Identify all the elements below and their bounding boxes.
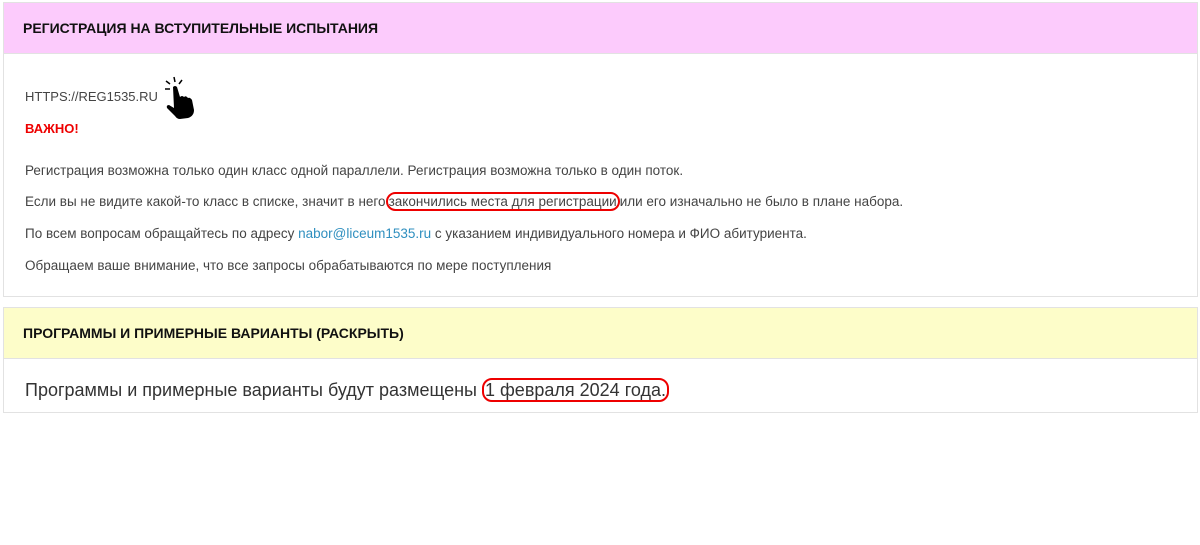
highlighted-date: 1 февраля 2024 года. xyxy=(481,378,669,402)
info-line-1: Регистрация возможна только один класс о… xyxy=(25,163,684,178)
registration-header[interactable]: РЕГИСТРАЦИЯ НА ВСТУПИТЕЛЬНЫЕ ИСПЫТАНИЯ xyxy=(4,3,1197,54)
info-line-2-end: или его изначально не было в плане набор… xyxy=(619,194,904,209)
programs-header[interactable]: ПРОГРАММЫ И ПРИМЕРНЫЕ ВАРИАНТЫ (РАСКРЫТЬ… xyxy=(4,308,1197,359)
info-line-2-start: Если вы не видите какой-то класс в списк… xyxy=(25,194,386,209)
registration-panel: РЕГИСТРАЦИЯ НА ВСТУПИТЕЛЬНЫЕ ИСПЫТАНИЯ H… xyxy=(3,2,1198,297)
pointing-hand-icon xyxy=(165,76,194,119)
info-line-3: По всем вопросам обращайтесь по адресу n… xyxy=(25,226,807,241)
programs-text: Программы и примерные варианты будут раз… xyxy=(25,378,669,402)
programs-panel: ПРОГРАММЫ И ПРИМЕРНЫЕ ВАРИАНТЫ (РАСКРЫТЬ… xyxy=(3,307,1198,413)
info-line-3-end: с указанием индивидуального номера и ФИО… xyxy=(431,226,807,241)
email-link[interactable]: nabor@liceum1535.ru xyxy=(298,226,431,241)
highlighted-text: закончились места для регистрации xyxy=(385,192,620,211)
info-line-4: Обращаем ваше внимание, что все запросы … xyxy=(25,258,552,273)
programs-text-start: Программы и примерные варианты будут раз… xyxy=(25,380,482,400)
important-label: ВАЖНО! xyxy=(25,121,79,136)
registration-link[interactable]: HTTPS://REG1535.RU xyxy=(25,89,158,104)
info-line-2: Если вы не видите какой-то класс в списк… xyxy=(25,192,904,211)
info-line-3-start: По всем вопросам обращайтесь по адресу xyxy=(25,226,299,241)
